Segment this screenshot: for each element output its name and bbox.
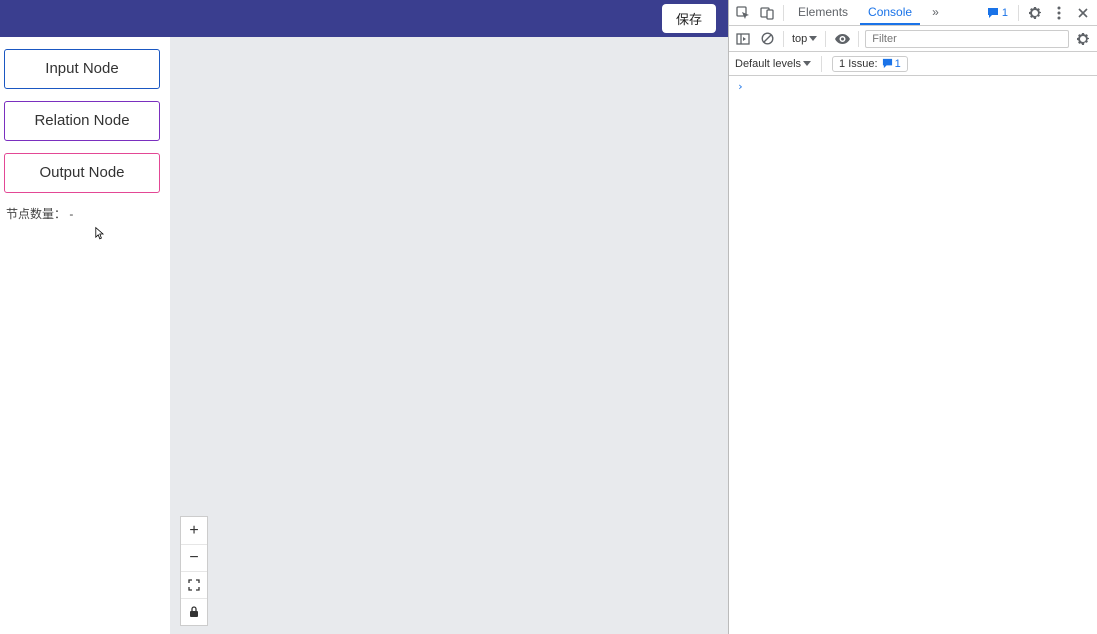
node-count-label: 节点数量：	[6, 207, 66, 221]
tab-elements[interactable]: Elements	[790, 1, 856, 25]
log-levels-label: Default levels	[735, 58, 801, 70]
chevron-down-icon	[809, 36, 817, 41]
settings-icon[interactable]	[1025, 3, 1045, 23]
devtools-panel: Elements Console » 1	[728, 0, 1097, 634]
zoom-out-button[interactable]: −	[181, 544, 207, 571]
cursor-pointer-icon	[92, 226, 106, 242]
palette-relation-node[interactable]: Relation Node	[4, 101, 160, 141]
palette-output-node[interactable]: Output Node	[4, 153, 160, 193]
console-settings-icon[interactable]	[1073, 29, 1093, 49]
node-count-value: -	[69, 207, 73, 221]
console-sidebar-toggle-icon[interactable]	[733, 29, 753, 49]
save-button[interactable]: 保存	[662, 4, 716, 33]
devtools-tabstrip: Elements Console » 1	[729, 0, 1097, 26]
device-toggle-icon[interactable]	[757, 3, 777, 23]
issues-pill[interactable]: 1 Issue: 1	[832, 56, 908, 72]
app-topbar: 保存	[0, 0, 728, 37]
message-icon	[882, 58, 893, 69]
zoom-fit-button[interactable]	[181, 571, 207, 598]
console-prompt-caret: ›	[737, 80, 744, 93]
divider	[783, 5, 784, 21]
log-levels-selector[interactable]: Default levels	[735, 58, 811, 70]
graph-canvas[interactable]: + −	[170, 37, 728, 634]
messages-count: 1	[1002, 7, 1008, 19]
node-count: 节点数量： -	[4, 205, 164, 222]
issues-label: 1 Issue:	[839, 58, 878, 70]
close-devtools-icon[interactable]	[1073, 3, 1093, 23]
node-editor-app: 保存 Input Node Relation Node Output Node …	[0, 0, 728, 634]
tab-overflow[interactable]: »	[924, 1, 947, 25]
messages-badge[interactable]: 1	[983, 5, 1012, 21]
divider	[821, 56, 822, 72]
kebab-menu-icon[interactable]	[1049, 3, 1069, 23]
console-levels-bar: Default levels 1 Issue: 1	[729, 52, 1097, 76]
clear-console-icon[interactable]	[757, 29, 777, 49]
fullscreen-icon	[188, 579, 200, 591]
divider	[858, 31, 859, 47]
divider	[1018, 5, 1019, 21]
divider	[825, 31, 826, 47]
console-toolbar: top	[729, 26, 1097, 52]
context-label: top	[792, 33, 807, 45]
zoom-in-button[interactable]: +	[181, 517, 207, 544]
console-filter-input[interactable]	[865, 30, 1069, 48]
app-body: Input Node Relation Node Output Node 节点数…	[0, 37, 728, 634]
zoom-lock-button[interactable]	[181, 598, 207, 625]
chevron-down-icon	[803, 61, 811, 66]
lock-icon	[189, 606, 199, 618]
context-selector[interactable]: top	[790, 32, 819, 46]
issues-count: 1	[895, 58, 901, 70]
divider	[783, 31, 784, 47]
zoom-controls: + −	[180, 516, 208, 626]
live-expression-icon[interactable]	[832, 29, 852, 49]
inspect-element-icon[interactable]	[733, 3, 753, 23]
palette-input-node[interactable]: Input Node	[4, 49, 160, 89]
message-icon	[987, 7, 999, 19]
tab-console[interactable]: Console	[860, 1, 920, 25]
console-output[interactable]: ›	[729, 76, 1097, 634]
node-palette-sidebar: Input Node Relation Node Output Node 节点数…	[0, 37, 170, 634]
